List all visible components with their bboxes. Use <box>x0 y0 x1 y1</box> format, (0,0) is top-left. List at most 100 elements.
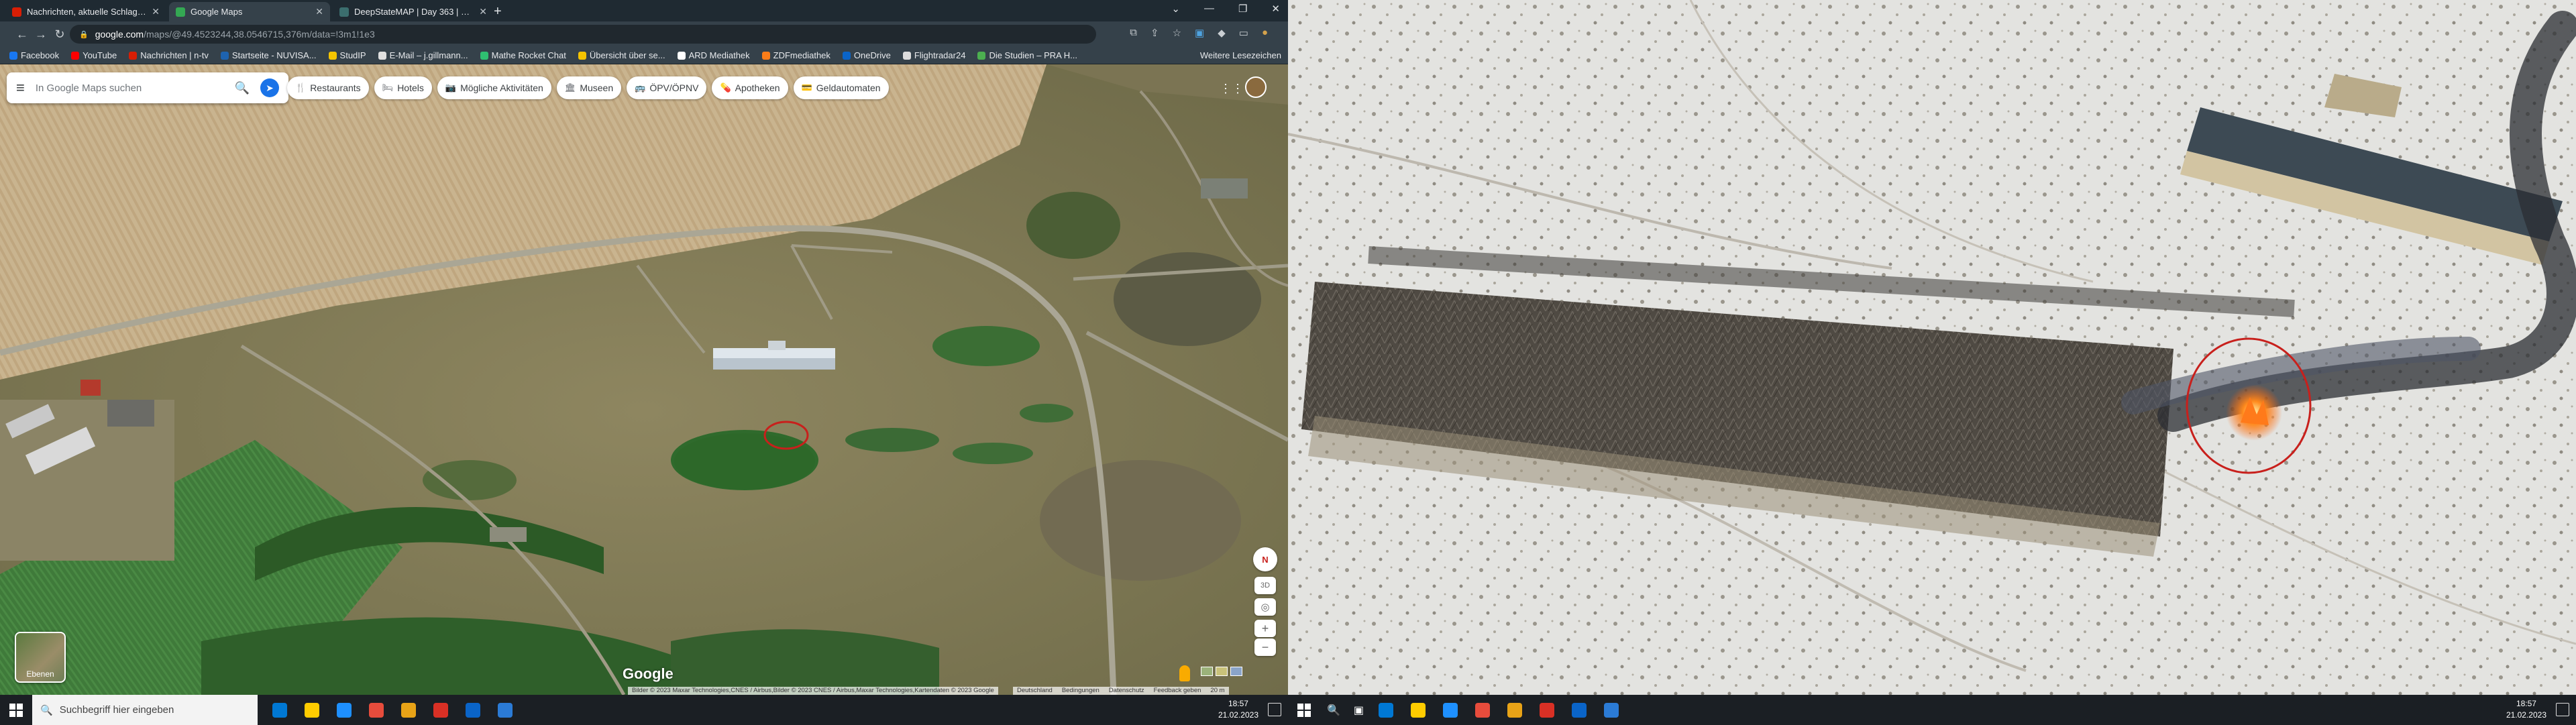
taskbar-search-input[interactable]: Suchbegriff hier eingeben <box>60 704 174 716</box>
forward-icon[interactable]: → <box>34 27 48 42</box>
taskbar-app-icon[interactable] <box>1572 702 1587 718</box>
bookmark-item[interactable]: ZDFmediathek <box>761 50 830 60</box>
taskbar-app-icon[interactable] <box>1540 702 1555 718</box>
satellite-map[interactable]: ≡ In Google Maps suchen 🔍 ➤ 🍴 Restaurants… <box>0 64 1288 695</box>
category-chip[interactable]: 🚌 ÖPV/ÖPNV <box>627 76 707 99</box>
tab-close-icon[interactable]: ✕ <box>152 6 160 17</box>
profile-icon[interactable]: ● <box>1262 27 1268 39</box>
notifications-icon[interactable] <box>1268 703 1281 716</box>
bookmark-item[interactable]: Flightradar24 <box>902 50 965 60</box>
footer-link-country[interactable]: Deutschland <box>1017 687 1053 695</box>
back-icon[interactable]: ← <box>15 27 30 42</box>
taskbar-app-icon[interactable] <box>466 702 480 718</box>
google-logo: Google <box>623 665 674 682</box>
tab-nachrichten[interactable]: Nachrichten, aktuelle Schlagzeile ✕ <box>5 2 166 21</box>
tab-close-icon[interactable]: ✕ <box>479 6 487 17</box>
tab-search-icon[interactable]: ⌄ <box>1171 3 1180 15</box>
taskbar-app-icon[interactable] <box>1604 702 1619 718</box>
taskbar-clock[interactable]: 18:57 21.02.2023 <box>2506 698 2546 721</box>
share-icon[interactable]: ⇪ <box>1150 27 1159 39</box>
bookmark-item[interactable]: ARD Mediathek <box>677 50 750 60</box>
tab-title: DeepStateMAP | Day 363 | Map <box>354 7 474 17</box>
taskbar-app-icon[interactable] <box>1507 702 1523 718</box>
url-field[interactable]: 🔒 google.com/maps/@49.4523244,38.0546715… <box>70 25 1096 44</box>
bookmark-item[interactable]: YouTube <box>71 50 117 60</box>
compass-button[interactable]: N <box>1253 547 1277 571</box>
avatar[interactable] <box>1245 76 1267 98</box>
footer-link-terms[interactable]: Bedingungen <box>1062 687 1099 695</box>
taskbar-app-icon[interactable] <box>498 702 513 718</box>
hamburger-menu-icon[interactable]: ≡ <box>16 79 25 97</box>
extensions-icon[interactable]: ◆ <box>1218 27 1226 39</box>
tilt-3d-button[interactable]: 3D <box>1254 577 1276 594</box>
task-view-icon[interactable]: ▣ <box>1354 704 1364 717</box>
bookmark-item[interactable]: Mathe Rocket Chat <box>480 50 566 60</box>
category-chip[interactable]: 📷 Mögliche Aktivitäten <box>437 76 551 99</box>
bookmark-item[interactable]: E-Mail – j.gillmann... <box>378 50 468 60</box>
tab-close-icon[interactable]: ✕ <box>315 6 323 17</box>
taskbar-app-icon[interactable] <box>337 702 352 718</box>
bookmark-label: Die Studien – PRA H... <box>989 50 1077 60</box>
category-chip[interactable]: 🛏 Hotels <box>374 76 432 99</box>
tab-favicon-icon <box>12 7 21 17</box>
zoom-out-button[interactable]: − <box>1254 638 1276 656</box>
category-chip[interactable]: 🏛 Museen <box>556 76 622 99</box>
windows-start-icon[interactable] <box>1297 703 1311 717</box>
taskbar-app-icon[interactable] <box>369 702 384 718</box>
other-bookmarks-folder[interactable]: Weitere Lesezeichen <box>1200 50 1281 60</box>
windows-start-icon[interactable] <box>9 703 23 717</box>
maximize-icon[interactable]: ❐ <box>1238 3 1247 15</box>
scale-label[interactable]: 20 m <box>1210 687 1224 695</box>
taskbar-clock[interactable]: 18:57 21.02.2023 <box>1218 698 1258 721</box>
bookmark-item[interactable]: Übersicht über se... <box>578 50 665 60</box>
close-window-icon[interactable]: ✕ <box>1271 3 1280 15</box>
bookmark-item[interactable]: Nachrichten | n-tv <box>129 50 209 60</box>
sidebar-icon[interactable]: ▭ <box>1239 27 1248 39</box>
my-location-button[interactable]: ◎ <box>1254 598 1276 616</box>
pegman-icon[interactable] <box>1179 665 1190 681</box>
reload-icon[interactable]: ↻ <box>52 27 67 42</box>
footer-link-feedback[interactable]: Feedback geben <box>1154 687 1201 695</box>
tab-deepstatemap[interactable]: DeepStateMAP | Day 363 | Map ✕ <box>333 2 494 21</box>
extension-icon[interactable]: ▣ <box>1195 27 1204 39</box>
clock-date: 21.02.2023 <box>2506 710 2546 720</box>
footer-link-privacy[interactable]: Datenschutz <box>1109 687 1144 695</box>
notifications-icon[interactable] <box>2556 703 2569 716</box>
maps-search-box[interactable]: ≡ In Google Maps suchen 🔍 ➤ <box>7 72 288 103</box>
taskbar-search[interactable]: 🔍 Suchbegriff hier eingeben <box>32 695 258 725</box>
taskbar-app-icon[interactable] <box>305 702 319 718</box>
new-tab-button[interactable]: + <box>494 4 502 19</box>
imagery-thumbnails[interactable] <box>1201 667 1242 676</box>
bookmark-item[interactable]: Startseite - NUVISA... <box>220 50 317 60</box>
category-chip[interactable]: 🍴 Restaurants <box>287 76 369 99</box>
taskbar-app-icon[interactable] <box>1475 702 1491 718</box>
search-icon[interactable]: 🔍 <box>1327 704 1340 717</box>
category-chip[interactable]: 💊 Apotheken <box>712 76 788 99</box>
taskbar-app-icon[interactable] <box>401 702 416 718</box>
maps-search-input[interactable]: In Google Maps suchen <box>36 82 224 94</box>
layers-button[interactable]: Ebenen <box>15 632 66 683</box>
bookmark-item[interactable]: Die Studien – PRA H... <box>977 50 1077 60</box>
taskbar-app-icon[interactable] <box>433 702 448 718</box>
bookmark-favicon-icon <box>71 51 80 60</box>
bookmark-label: Mathe Rocket Chat <box>491 50 566 60</box>
drone-video-frame <box>1288 0 2576 725</box>
search-icon[interactable]: 🔍 <box>235 81 250 95</box>
bookmark-item[interactable]: Facebook <box>9 50 59 60</box>
category-chips: 🍴 Restaurants 🛏 Hotels 📷 Mögliche Aktivitäten… <box>287 76 889 99</box>
minimize-icon[interactable]: — <box>1204 3 1214 15</box>
taskbar-app-icon[interactable] <box>1411 702 1426 718</box>
taskbar-app-icon[interactable] <box>272 702 287 718</box>
tab-title: Google Maps <box>191 7 243 17</box>
zoom-in-button[interactable]: + <box>1254 620 1276 637</box>
tab-google-maps[interactable]: Google Maps ✕ <box>169 2 330 21</box>
bookmark-item[interactable]: OneDrive <box>842 50 891 60</box>
category-chip[interactable]: 💳 Geldautomaten <box>793 76 889 99</box>
taskbar-app-icon[interactable] <box>1379 702 1394 718</box>
bookmark-item[interactable]: StudIP <box>328 50 366 60</box>
bookmark-star-icon[interactable]: ☆ <box>1173 27 1181 39</box>
install-app-icon[interactable]: ⧉ <box>1130 27 1137 39</box>
taskbar-app-icon[interactable] <box>1443 702 1458 718</box>
directions-icon[interactable]: ➤ <box>260 78 279 97</box>
chip-label: Museen <box>580 82 614 93</box>
